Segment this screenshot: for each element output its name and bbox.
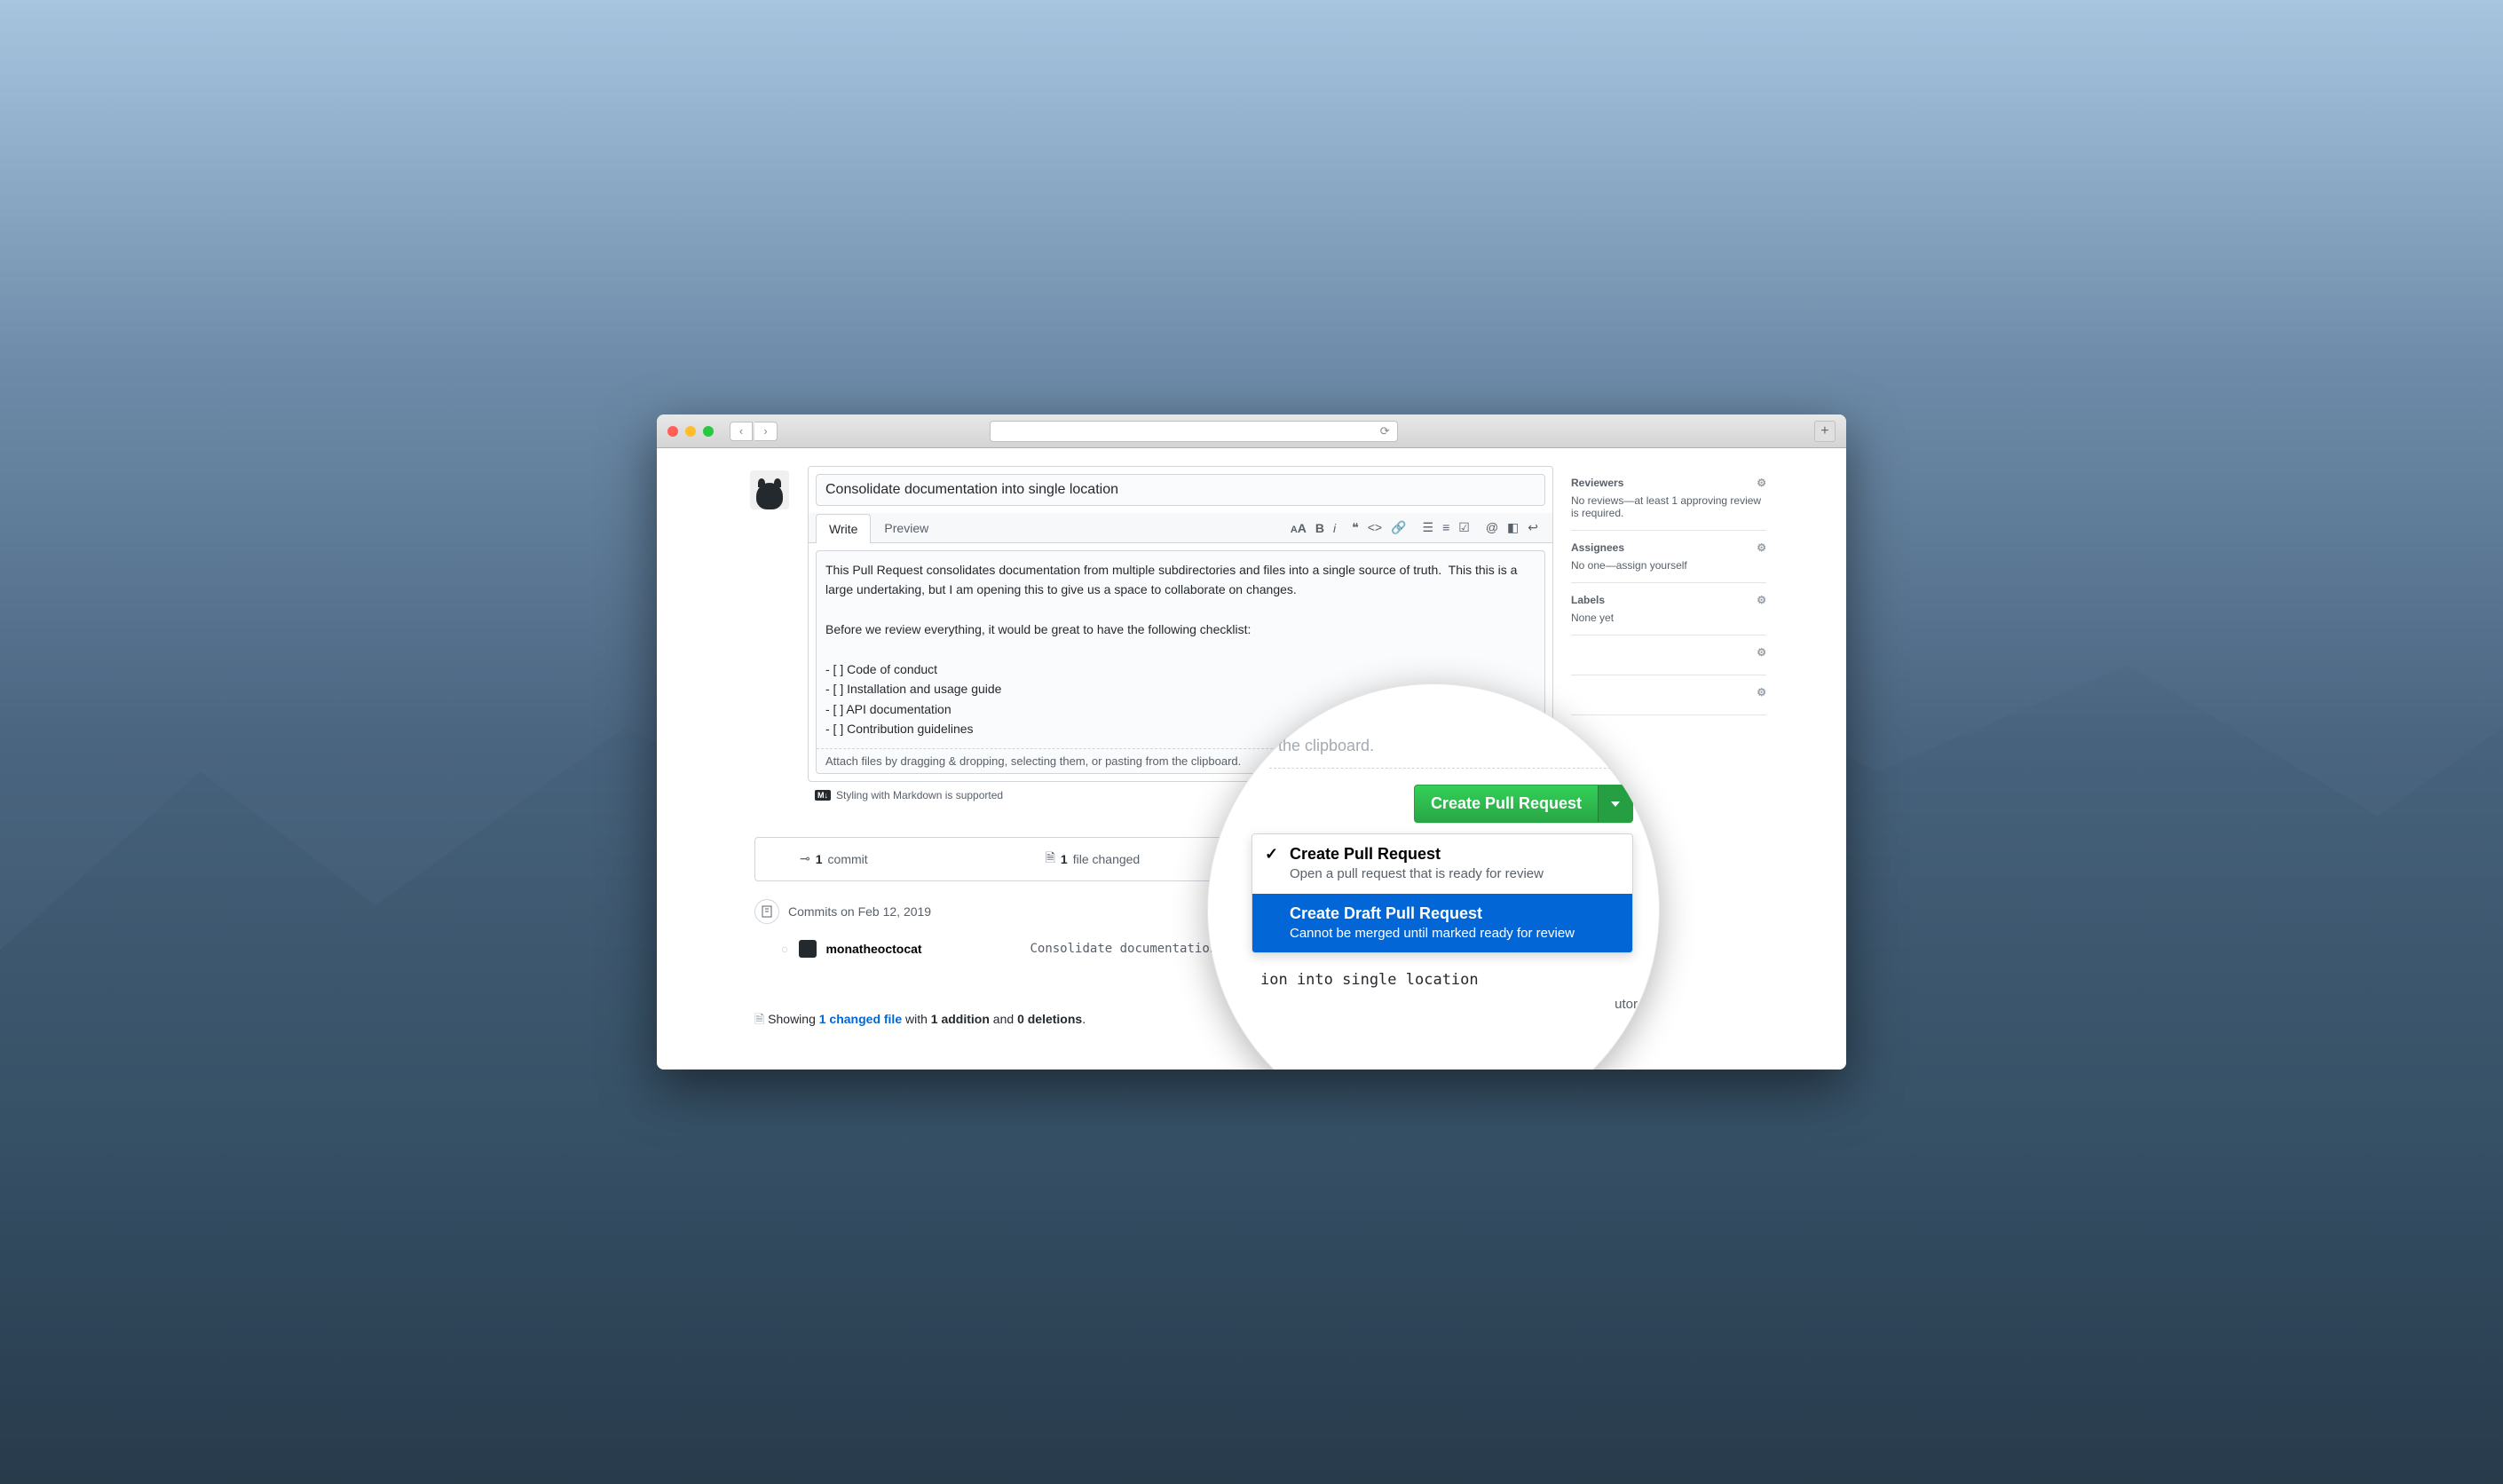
- window-close-button[interactable]: [667, 426, 678, 437]
- commit-msg-fragment: ion into single location: [1260, 971, 1633, 989]
- gear-icon[interactable]: ⚙: [1757, 541, 1766, 554]
- user-avatar: [750, 470, 789, 509]
- back-button[interactable]: ‹: [730, 422, 753, 441]
- forward-button[interactable]: ›: [754, 422, 778, 441]
- assignees-label: Assignees: [1571, 541, 1624, 554]
- heading-icon[interactable]: AA: [1291, 521, 1307, 535]
- commit-author[interactable]: monatheoctocat: [825, 942, 1030, 956]
- pr-title-input[interactable]: [816, 474, 1545, 506]
- new-tab-button[interactable]: +: [1814, 421, 1836, 442]
- dropdown-option-create-draft-pr[interactable]: Create Draft Pull Request Cannot be merg…: [1252, 894, 1632, 953]
- gear-icon[interactable]: ⚙: [1757, 594, 1766, 606]
- commit-group-icon: [754, 899, 779, 924]
- browser-window: ‹ › ⟳ + Write Preview: [657, 414, 1846, 1070]
- clipboard-hint-fragment: . the clipboard.: [1269, 737, 1633, 769]
- reviewers-label: Reviewers: [1571, 477, 1623, 489]
- reference-icon[interactable]: ◧: [1507, 520, 1519, 535]
- labels-label: Labels: [1571, 594, 1605, 606]
- gear-icon[interactable]: ⚙: [1757, 477, 1766, 489]
- create-pr-button[interactable]: Create Pull Request: [1415, 785, 1598, 822]
- ol-icon[interactable]: ≡: [1442, 520, 1449, 535]
- create-pr-dropdown: Create Pull Request Open a pull request …: [1252, 833, 1633, 953]
- reviewers-body: No reviews—at least 1 approving review i…: [1571, 494, 1766, 519]
- assign-yourself-link[interactable]: assign yourself: [1616, 559, 1687, 572]
- italic-icon[interactable]: i: [1333, 521, 1336, 535]
- tasklist-icon[interactable]: ☑: [1458, 520, 1470, 535]
- file-icon: 🗎: [1046, 849, 1055, 870]
- files-changed-stat[interactable]: 🗎 1 file changed: [1046, 849, 1141, 870]
- commit-icon: ⊸: [800, 851, 810, 866]
- commit-author-avatar: [799, 940, 817, 958]
- file-diff-icon: 🗎: [754, 1012, 764, 1026]
- files-summary-text: 🗎 Showing 1 changed file with 1 addition…: [754, 1010, 1086, 1031]
- create-pr-split-button: Create Pull Request: [1414, 785, 1633, 823]
- markdown-toolbar: AA B i ❝ <> 🔗 ☰ ≡: [1291, 520, 1545, 535]
- commit-dot-icon: ○: [781, 942, 788, 956]
- contributor-label-fragment: utor: [1615, 997, 1638, 1012]
- window-maximize-button[interactable]: [703, 426, 714, 437]
- reload-icon[interactable]: ⟳: [1380, 424, 1390, 438]
- commits-stat[interactable]: ⊸ 1 commit: [800, 851, 868, 866]
- reply-icon[interactable]: ↩: [1528, 520, 1538, 535]
- dropdown-option-create-pr[interactable]: Create Pull Request Open a pull request …: [1252, 834, 1632, 894]
- bold-icon[interactable]: B: [1315, 521, 1324, 535]
- link-icon[interactable]: 🔗: [1391, 520, 1406, 535]
- tab-write[interactable]: Write: [816, 514, 871, 543]
- mention-icon[interactable]: @: [1486, 520, 1498, 535]
- address-bar[interactable]: ⟳: [990, 421, 1398, 442]
- assignees-body: No one—assign yourself: [1571, 559, 1766, 572]
- tab-preview[interactable]: Preview: [871, 513, 942, 542]
- code-icon[interactable]: <>: [1368, 520, 1382, 535]
- gear-icon[interactable]: ⚙: [1757, 646, 1766, 659]
- window-minimize-button[interactable]: [685, 426, 696, 437]
- labels-body: None yet: [1571, 612, 1766, 624]
- gear-icon[interactable]: ⚙: [1757, 686, 1766, 699]
- markdown-badge-icon: M↓: [815, 790, 831, 801]
- ul-icon[interactable]: ☰: [1423, 520, 1434, 535]
- browser-titlebar: ‹ › ⟳ +: [657, 414, 1846, 448]
- quote-icon[interactable]: ❝: [1352, 520, 1359, 535]
- changed-files-link[interactable]: 1 changed file: [819, 1012, 902, 1026]
